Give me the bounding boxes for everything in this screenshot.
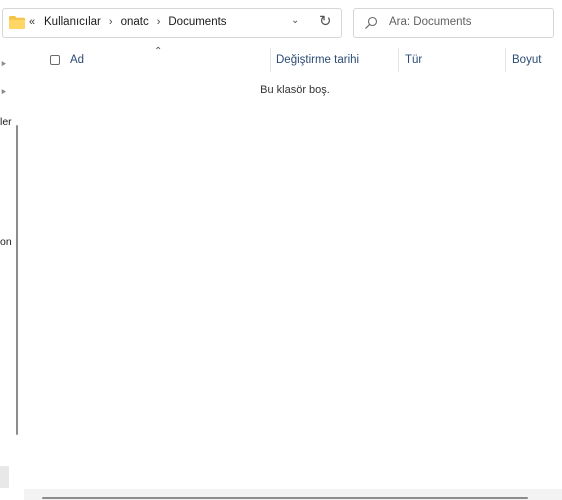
search-box[interactable]: Ara: Documents <box>353 8 554 38</box>
navigation-pane: ⯈ ⯈ ler on <box>0 48 12 500</box>
pin-icon: ⯈ <box>0 59 8 69</box>
nav-item[interactable]: on <box>0 236 12 248</box>
column-header-modified[interactable]: Değiştirme tarihi <box>276 54 359 66</box>
nav-item[interactable]: ler <box>0 116 12 128</box>
folder-icon <box>9 16 25 29</box>
breadcrumb-item-users[interactable]: Kullanıcılar <box>44 16 101 28</box>
select-all-checkbox[interactable] <box>50 55 60 65</box>
column-header: Ad Değiştirme tarihi Tür Boyut <box>24 48 562 72</box>
search-icon <box>365 16 378 29</box>
nav-scrollbar[interactable] <box>16 125 18 435</box>
nav-selected-item[interactable] <box>0 466 9 488</box>
column-header-size[interactable]: Boyut <box>512 54 541 66</box>
empty-folder-message: Bu klasör boş. <box>260 84 330 96</box>
refresh-icon[interactable]: ↻ <box>319 12 332 30</box>
column-header-type[interactable]: Tür <box>405 54 422 66</box>
breadcrumb-separator[interactable]: › <box>109 16 113 28</box>
scrollbar-thumb[interactable] <box>42 497 528 499</box>
column-header-name[interactable]: Ad <box>70 54 84 66</box>
breadcrumb-item-documents[interactable]: Documents <box>168 16 226 28</box>
breadcrumb-separator[interactable]: › <box>157 16 161 28</box>
column-divider[interactable] <box>270 48 271 72</box>
breadcrumb: Kullanıcılar › onatc › Documents <box>44 16 227 28</box>
breadcrumb-item-user[interactable]: onatc <box>121 16 149 28</box>
breadcrumb-overflow[interactable]: « <box>29 16 35 28</box>
chevron-down-icon[interactable]: ⌄ <box>291 15 299 26</box>
column-divider[interactable] <box>398 48 399 72</box>
column-divider[interactable] <box>505 48 506 72</box>
address-bar[interactable]: « Kullanıcılar › onatc › Documents ⌄ ↻ <box>2 8 342 38</box>
search-input[interactable]: Ara: Documents <box>389 16 471 28</box>
